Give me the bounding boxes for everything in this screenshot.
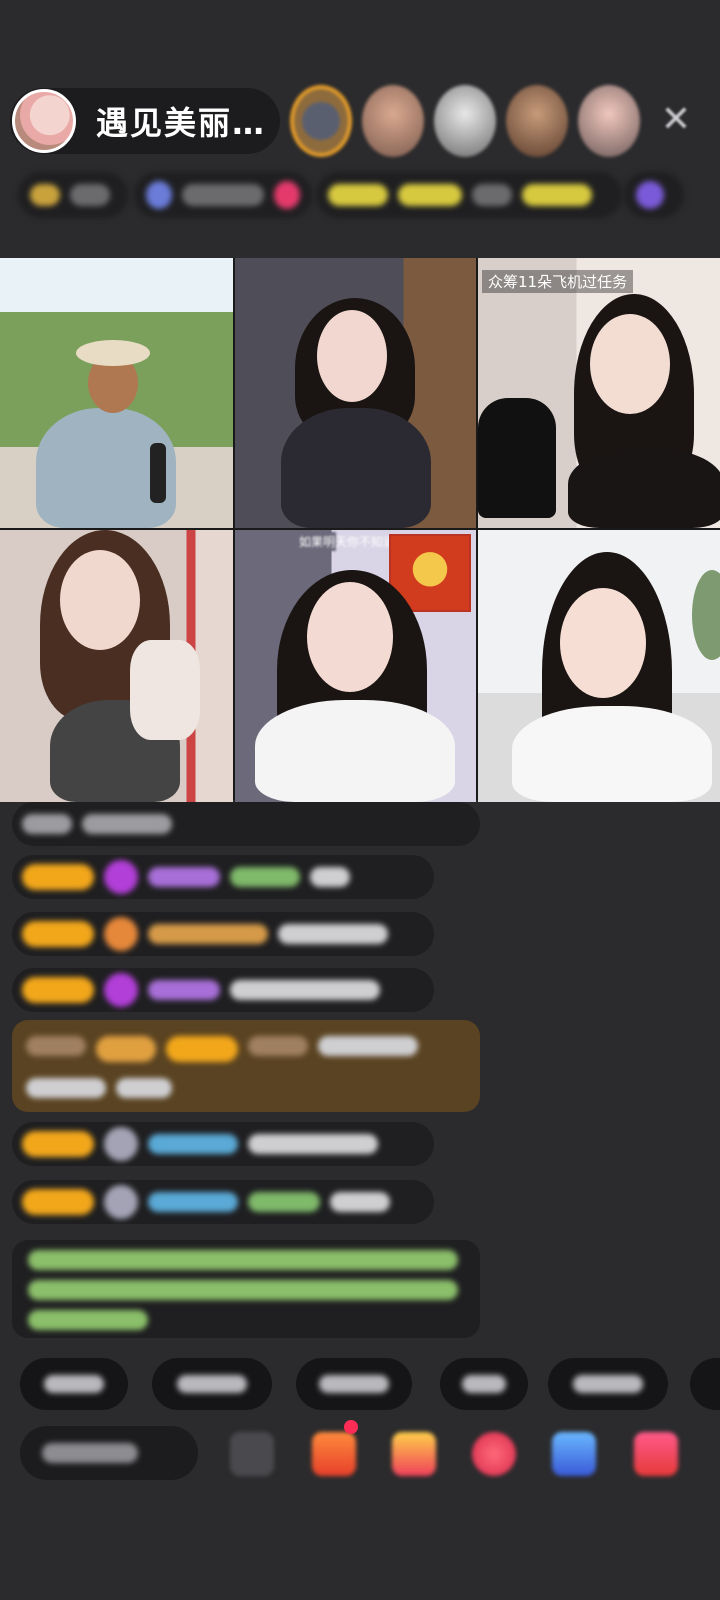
close-icon[interactable]: ✕ bbox=[656, 100, 696, 140]
system-notice-message[interactable] bbox=[12, 1240, 480, 1338]
quick-reply-chip[interactable] bbox=[440, 1358, 528, 1410]
popularity-badge[interactable] bbox=[134, 172, 312, 218]
guest-video-5[interactable]: 如果明天你不知道 bbox=[235, 530, 476, 802]
gift-box-icon[interactable] bbox=[312, 1432, 356, 1476]
heart-icon[interactable] bbox=[472, 1432, 516, 1476]
quick-reply-chip[interactable] bbox=[152, 1358, 272, 1410]
viewer-avatar[interactable] bbox=[362, 85, 424, 157]
chat-message[interactable] bbox=[12, 912, 434, 956]
guest-video-6[interactable] bbox=[478, 530, 720, 802]
treasure-icon[interactable] bbox=[392, 1432, 436, 1476]
notification-dot bbox=[344, 1420, 358, 1434]
viewer-avatar[interactable] bbox=[434, 85, 496, 157]
quick-reply-chip[interactable] bbox=[690, 1358, 720, 1410]
guest-video-4[interactable] bbox=[0, 530, 233, 802]
host-name: 遇见美丽… bbox=[96, 104, 267, 142]
gift-icon[interactable] bbox=[634, 1432, 678, 1476]
host-avatar[interactable] bbox=[12, 89, 76, 153]
viewer-avatar-list bbox=[290, 85, 640, 157]
quick-reply-chip[interactable] bbox=[548, 1358, 668, 1410]
quick-reply-chip[interactable] bbox=[296, 1358, 412, 1410]
viewer-avatar[interactable] bbox=[290, 85, 352, 157]
highlighted-chat-message[interactable] bbox=[12, 1020, 480, 1112]
chat-message[interactable] bbox=[12, 855, 434, 899]
quick-reply-chip[interactable] bbox=[20, 1358, 128, 1410]
guest-caption: 如果明天你不知道 bbox=[293, 532, 402, 551]
chat-message[interactable] bbox=[12, 1180, 434, 1224]
chat-message[interactable] bbox=[12, 1122, 434, 1166]
viewer-avatar[interactable] bbox=[578, 85, 640, 157]
guest-caption: 众筹11朵飞机过任务 bbox=[482, 270, 634, 293]
guest-video-3[interactable]: 众筹11朵飞机过任务 bbox=[478, 258, 720, 528]
multi-guest-video-grid: 众筹11朵飞机过任务 如果明天你不知道 bbox=[0, 258, 720, 802]
guest-video-1[interactable] bbox=[0, 258, 233, 528]
microphone bbox=[478, 398, 556, 518]
host-profile-pill[interactable]: 遇见美丽… bbox=[10, 88, 280, 154]
event-badge[interactable] bbox=[624, 172, 684, 218]
comment-input[interactable] bbox=[20, 1426, 198, 1480]
viewer-avatar[interactable] bbox=[506, 85, 568, 157]
chat-message[interactable] bbox=[12, 968, 434, 1012]
task-banner[interactable] bbox=[316, 172, 622, 218]
chat-message[interactable] bbox=[12, 802, 480, 846]
emoji-icon[interactable] bbox=[230, 1432, 274, 1476]
guest-video-2[interactable] bbox=[235, 258, 476, 528]
game-icon[interactable] bbox=[552, 1432, 596, 1476]
rank-badge[interactable] bbox=[18, 172, 128, 218]
